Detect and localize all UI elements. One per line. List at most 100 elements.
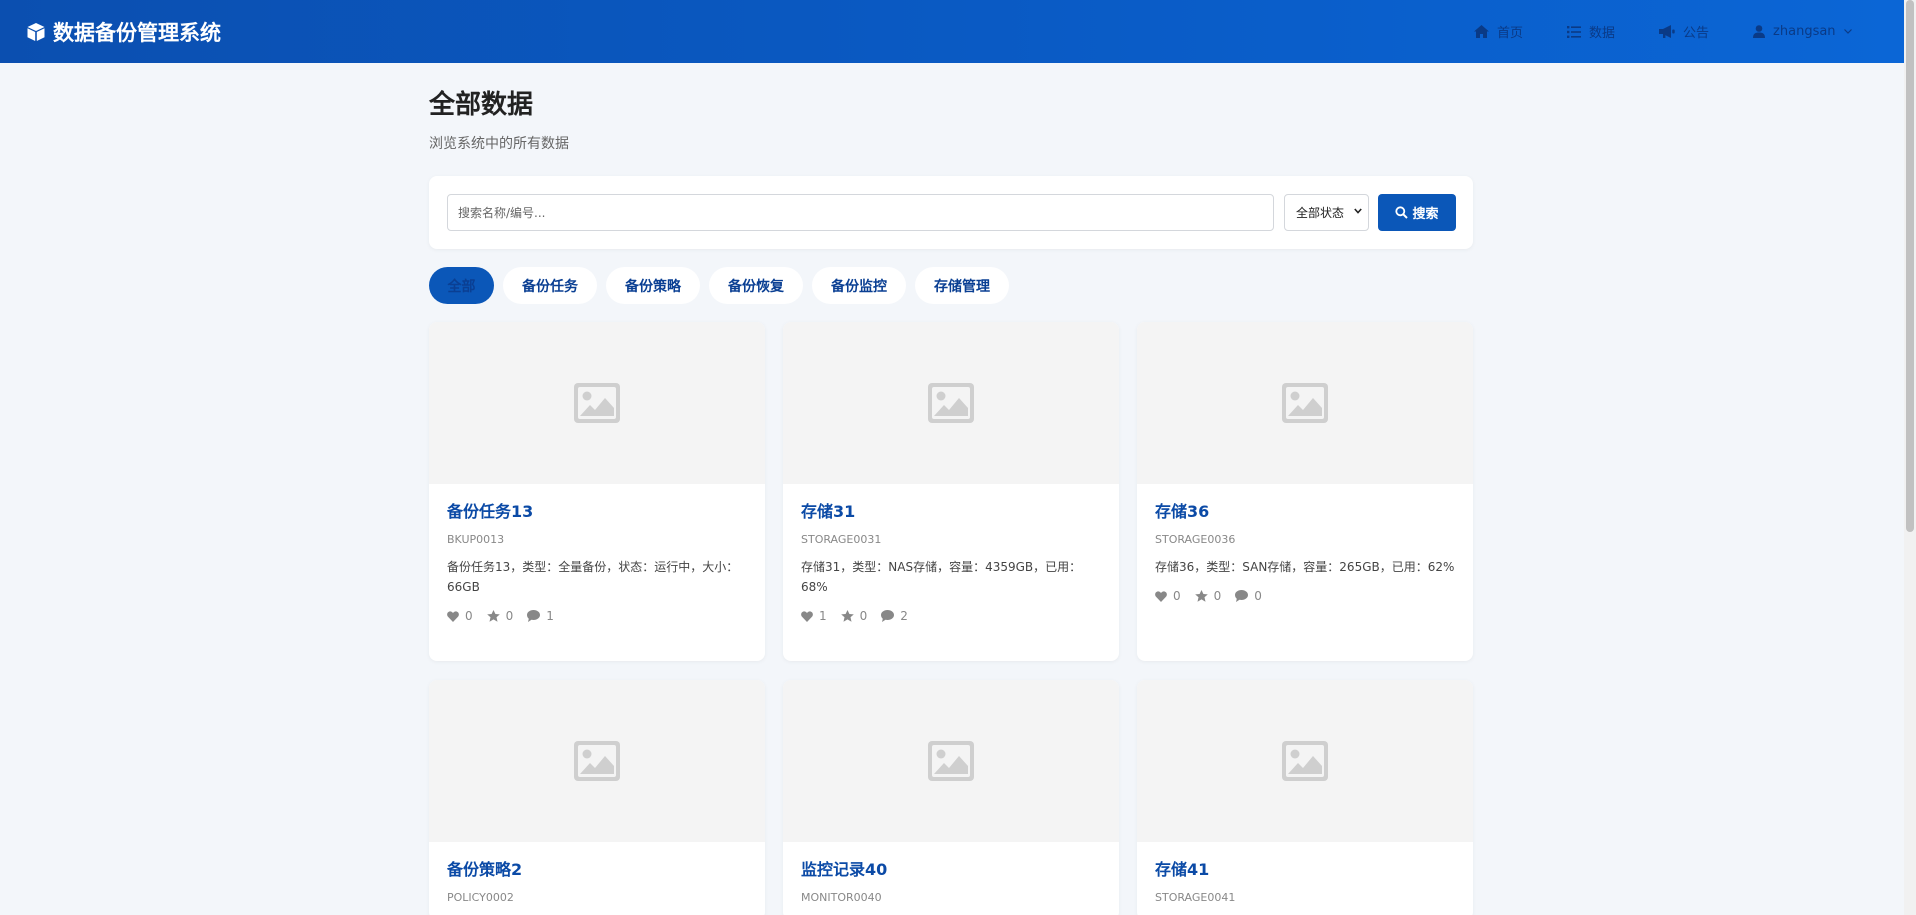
page-scrollbar[interactable] xyxy=(1904,0,1916,915)
status-select[interactable]: 全部状态 xyxy=(1284,194,1369,231)
cube-icon xyxy=(27,22,45,41)
data-card[interactable]: 存储41 STORAGE0041 xyxy=(1137,680,1473,915)
star-count-value: 0 xyxy=(505,609,514,623)
star-icon xyxy=(486,610,500,622)
heart-icon xyxy=(447,610,459,622)
like-count-value: 0 xyxy=(1173,589,1181,603)
tab-label: 全部 xyxy=(447,278,476,295)
like-count-value: 1 xyxy=(819,609,827,623)
comment-count[interactable]: 2 xyxy=(881,609,908,623)
search-icon xyxy=(1395,206,1409,219)
home-icon xyxy=(1474,25,1489,38)
tab-backup-task[interactable]: 备份任务 xyxy=(503,267,597,304)
card-title[interactable]: 备份策略2 xyxy=(447,860,747,880)
comment-icon xyxy=(527,610,541,622)
nav-menu: 首页 数据 公告 zhangsan xyxy=(1474,0,1860,63)
star-count-value: 0 xyxy=(1213,589,1222,603)
like-count[interactable]: 1 xyxy=(801,609,827,623)
comment-count-value: 2 xyxy=(900,609,908,623)
data-card[interactable]: 存储36 STORAGE0036 存储36，类型：SAN存储，容量：265GB，… xyxy=(1137,322,1473,661)
comment-icon xyxy=(881,610,895,622)
search-button[interactable]: 搜索 xyxy=(1378,194,1456,231)
card-title[interactable]: 存储31 xyxy=(801,502,1101,522)
app-brand[interactable]: 数据备份管理系统 xyxy=(26,17,221,47)
comment-count[interactable]: 0 xyxy=(1235,589,1262,603)
image-placeholder-icon xyxy=(928,383,974,423)
user-name: zhangsan xyxy=(1773,24,1836,39)
nav-data[interactable]: 数据 xyxy=(1567,22,1615,41)
tab-all[interactable]: 全部 xyxy=(429,267,494,304)
card-title[interactable]: 备份任务13 xyxy=(447,502,747,522)
heart-icon xyxy=(801,610,813,622)
data-card[interactable]: 监控记录40 MONITOR0040 xyxy=(783,680,1119,915)
star-count-value: 0 xyxy=(859,609,868,623)
status-select-value: 全部状态 xyxy=(1296,206,1345,220)
image-placeholder-icon xyxy=(574,383,620,423)
card-stats: 0 0 0 xyxy=(1155,589,1455,603)
user-icon xyxy=(1753,25,1766,38)
star-count[interactable]: 0 xyxy=(486,609,514,623)
image-placeholder-icon xyxy=(928,741,974,781)
tab-backup-monitor[interactable]: 备份监控 xyxy=(812,267,906,304)
comment-count-value: 1 xyxy=(546,609,554,623)
card-code: POLICY0002 xyxy=(447,891,514,904)
card-thumbnail xyxy=(429,322,765,484)
star-count[interactable]: 0 xyxy=(840,609,868,623)
tab-backup-policy[interactable]: 备份策略 xyxy=(606,267,700,304)
card-thumbnail xyxy=(1137,322,1473,484)
tab-label: 存储管理 xyxy=(934,278,990,295)
image-placeholder-icon xyxy=(1282,383,1328,423)
data-card[interactable]: 存储31 STORAGE0031 存储31，类型：NAS存储，容量：4359GB… xyxy=(783,322,1119,661)
card-title[interactable]: 监控记录40 xyxy=(801,860,1101,880)
star-icon xyxy=(840,610,854,622)
scrollbar-thumb[interactable] xyxy=(1906,0,1914,532)
card-stats: 1 0 2 xyxy=(801,609,1101,623)
nav-home-label: 首页 xyxy=(1497,26,1524,41)
card-code: MONITOR0040 xyxy=(801,891,882,904)
card-code: STORAGE0036 xyxy=(1155,533,1236,546)
like-count-value: 0 xyxy=(465,609,473,623)
card-thumbnail xyxy=(783,680,1119,842)
like-count[interactable]: 0 xyxy=(447,609,473,623)
card-description: 备份任务13，类型：全量备份，状态：运行中，大小：66GB xyxy=(447,560,739,594)
search-panel: 全部状态 搜索 xyxy=(429,176,1473,249)
user-menu[interactable]: zhangsan xyxy=(1753,24,1860,39)
card-code: STORAGE0041 xyxy=(1155,891,1236,904)
tab-label: 备份监控 xyxy=(831,278,887,295)
search-button-label: 搜索 xyxy=(1412,207,1439,222)
top-navbar: 数据备份管理系统 首页 数据 公告 zhangsan xyxy=(0,0,1904,63)
data-card[interactable]: 备份策略2 POLICY0002 xyxy=(429,680,765,915)
image-placeholder-icon xyxy=(1282,741,1328,781)
nav-data-label: 数据 xyxy=(1589,26,1616,41)
card-code: STORAGE0031 xyxy=(801,533,882,546)
star-count[interactable]: 0 xyxy=(1194,589,1222,603)
comment-icon xyxy=(1235,590,1249,602)
card-description: 存储31，类型：NAS存储，容量：4359GB，已用：68% xyxy=(801,560,1082,594)
card-description: 存储36，类型：SAN存储，容量：265GB，已用：62% xyxy=(1155,560,1455,574)
like-count[interactable]: 0 xyxy=(1155,589,1181,603)
nav-notice[interactable]: 公告 xyxy=(1659,22,1709,41)
app-title: 数据备份管理系统 xyxy=(53,20,221,45)
tab-storage-management[interactable]: 存储管理 xyxy=(915,267,1009,304)
data-card[interactable]: 备份任务13 BKUP0013 备份任务13，类型：全量备份，状态：运行中，大小… xyxy=(429,322,765,661)
list-icon xyxy=(1567,25,1582,38)
search-input[interactable] xyxy=(447,194,1274,231)
tab-label: 备份恢复 xyxy=(728,278,784,295)
card-thumbnail xyxy=(783,322,1119,484)
card-title[interactable]: 存储36 xyxy=(1155,502,1455,522)
category-tabs: 全部 备份任务 备份策略 备份恢复 备份监控 存储管理 xyxy=(429,267,1018,304)
card-thumbnail xyxy=(1137,680,1473,842)
comment-count[interactable]: 1 xyxy=(527,609,554,623)
card-title[interactable]: 存储41 xyxy=(1155,860,1455,880)
tab-backup-restore[interactable]: 备份恢复 xyxy=(709,267,803,304)
chevron-down-icon xyxy=(1843,29,1852,34)
megaphone-icon xyxy=(1659,25,1675,38)
image-placeholder-icon xyxy=(574,741,620,781)
card-code: BKUP0013 xyxy=(447,533,505,546)
nav-home[interactable]: 首页 xyxy=(1474,22,1523,41)
chevron-down-icon xyxy=(1354,208,1362,214)
tab-label: 备份任务 xyxy=(522,278,578,295)
heart-icon xyxy=(1155,590,1167,602)
tab-label: 备份策略 xyxy=(625,278,681,295)
star-icon xyxy=(1194,590,1208,602)
